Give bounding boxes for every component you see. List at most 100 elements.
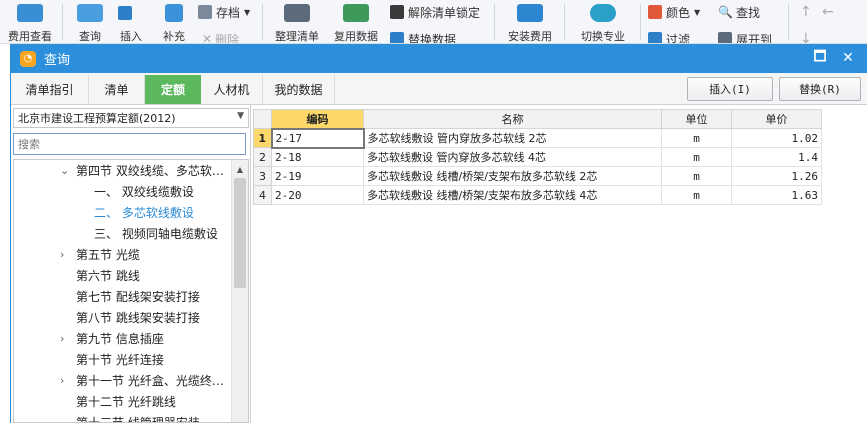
unit-cell[interactable]: m [661,185,732,205]
replace-data-icon [390,32,404,43]
insert-ribbon-label: 插入 [120,30,142,43]
fee-view-button[interactable]: 费用查看 [4,0,56,43]
tab-list-guide[interactable]: 清单指引 [11,75,89,104]
tree-item-label: 第十节 光纤连接 [76,353,164,367]
unit-cell[interactable]: m [661,166,732,186]
query-button[interactable]: 查询 [70,0,110,43]
tree-item[interactable]: 三、 视频同轴电缆敷设 [14,223,232,244]
tab-my-data[interactable]: 我的数据 [263,75,335,104]
code-column-header[interactable]: 编码 [271,109,364,129]
chevron-down-icon: ▼ [244,7,251,17]
price-cell[interactable]: 1.4 [731,147,822,167]
move-down-button[interactable]: ↓ [800,30,812,43]
tree-item[interactable]: › 第十一节 光纤盒、光缆终… [14,370,232,391]
insert-ribbon-label-group[interactable]: 插入 [114,0,148,43]
color-label: 颜色 [666,5,691,20]
name-cell[interactable]: 多芯软线敷设 线槽/桥架/支架布放多芯软线 4芯 [363,185,662,205]
move-left-button[interactable]: ← [822,3,834,21]
move-up-button[interactable]: ↑ [800,3,812,21]
organize-list-button[interactable]: 整理清单 [270,0,324,43]
tree-item[interactable]: 第七节 配线架安装打接 [14,286,232,307]
row-number[interactable]: 2 [253,147,272,167]
archive-button[interactable]: 存档 ▼ [198,3,250,21]
row-number[interactable]: 1 [253,128,272,148]
tree-item-label: 第七节 配线架安装打接 [76,290,200,304]
collapsed-toggle-icon[interactable]: › [60,248,64,261]
collapsed-toggle-icon[interactable]: › [60,332,64,345]
filter-icon [648,32,662,43]
color-button[interactable]: 颜色 ▼ [648,3,700,21]
tree-item-label: 第五节 光缆 [76,248,140,262]
quota-library-select[interactable]: 北京市建设工程预算定额(2012) ▼ [13,108,249,128]
insert-button[interactable]: 插入(I) [687,77,773,101]
table-row[interactable]: 1 2-17 多芯软线敷设 管内穿放多芯软线 2芯 m 1.02 [253,127,822,149]
unit-column-header[interactable]: 单位 [661,109,732,129]
row-number[interactable]: 4 [253,185,272,205]
dialog-title: 查询 [44,53,71,68]
supplement-button[interactable]: 补充 [154,0,194,43]
reuse-data-label: 复用数据 [334,30,378,43]
code-cell[interactable]: 2-20 [271,185,364,205]
price-cell[interactable]: 1.02 [731,128,822,148]
tree-item[interactable]: › 第五节 光缆 [14,244,232,265]
tree-item-selected[interactable]: 二、 多芯软线敷设 [14,202,232,223]
tree-item-label: 一、 双绞线缆敷设 [94,185,194,199]
name-cell[interactable]: 多芯软线敷设 管内穿放多芯软线 2芯 [363,128,662,148]
install-fee-button[interactable]: 安装费用 [502,0,558,43]
corner-header-cell[interactable] [253,109,272,129]
table-row[interactable]: 2 2-18 多芯软线敷设 管内穿放多芯软线 4芯 m 1.4 [253,147,822,167]
tree-item[interactable]: 第十节 光纤连接 [14,349,232,370]
tab-quota[interactable]: 定额 [145,75,201,104]
replace-data-button[interactable]: 替换数据 [390,30,456,43]
unit-cell[interactable]: m [661,128,732,148]
filter-button[interactable]: 过滤 [648,30,691,44]
tree-item-label: 第十一节 光纤盒、光缆终… [76,374,224,388]
scrollbar-thumb[interactable] [234,178,246,288]
code-cell[interactable]: 2-17 [270,127,365,149]
tree-item[interactable]: 第八节 跳线架安装打接 [14,307,232,328]
find-button[interactable]: 🔍 查找 [718,3,760,21]
name-cell[interactable]: 多芯软线敷设 管内穿放多芯软线 4芯 [363,147,662,167]
code-cell[interactable]: 2-19 [271,166,364,186]
organize-list-label: 整理清单 [275,30,319,43]
price-column-header[interactable]: 单价 [731,109,822,129]
price-cell[interactable]: 1.63 [731,185,822,205]
dialog-titlebar[interactable]: ◔ 查询 🗖 ✕ [11,44,867,73]
unlock-list-button[interactable]: 解除清单锁定 [390,3,480,21]
scroll-up-icon[interactable]: ▲ [232,161,248,177]
tree-item[interactable]: 第六节 跳线 [14,265,232,286]
name-cell[interactable]: 多芯软线敷设 线槽/桥架/支架布放多芯软线 2芯 [363,166,662,186]
table-row[interactable]: 3 2-19 多芯软线敷设 线槽/桥架/支架布放多芯软线 2芯 m 1.26 [253,166,822,186]
switch-major-button[interactable]: 切换专业 [572,0,634,43]
price-cell[interactable]: 1.26 [731,166,822,186]
search-input[interactable] [13,133,246,155]
name-column-header[interactable]: 名称 [363,109,662,129]
code-cell[interactable]: 2-18 [271,147,364,167]
install-fee-icon [517,4,543,22]
expand-label: 展开到 [736,32,773,44]
tree-scrollbar[interactable]: ▲ [231,160,248,422]
table-row[interactable]: 4 2-20 多芯软线敷设 线槽/桥架/支架布放多芯软线 4芯 m 1.63 [253,185,822,205]
tree-item-label: 第九节 信息插座 [76,332,164,346]
close-button[interactable]: ✕ [839,50,857,66]
find-label: 查找 [735,5,760,20]
reuse-data-button[interactable]: 复用数据 [328,0,384,43]
row-number[interactable]: 3 [253,166,272,186]
tab-labor-material-machine[interactable]: 人材机 [201,75,263,104]
tree-item[interactable]: 第十二节 光纤跳线 [14,391,232,412]
table-header-row: 编码 名称 单位 单价 [253,109,822,129]
expand-to-button[interactable]: 展开到 [718,30,773,44]
tab-list[interactable]: 清单 [89,75,145,104]
tree-item[interactable]: ⌄ 第四节 双绞线缆、多芯软… [14,160,232,181]
expanded-toggle-icon[interactable]: ⌄ [60,164,69,177]
collapsed-toggle-icon[interactable]: › [60,374,64,387]
unit-cell[interactable]: m [661,147,732,167]
delete-button[interactable]: ✕ 删除 [202,30,239,43]
tree-item[interactable]: › 第九节 信息插座 [14,328,232,349]
filter-label: 过滤 [666,32,691,44]
tree-item[interactable]: 一、 双绞线缆敷设 [14,181,232,202]
maximize-button[interactable]: 🗖 [811,49,829,66]
tree-item[interactable]: 第十三节 线管理器安装 [14,412,232,422]
replace-button[interactable]: 替换(R) [779,77,861,101]
quota-library-value: 北京市建设工程预算定额(2012) [18,112,176,125]
